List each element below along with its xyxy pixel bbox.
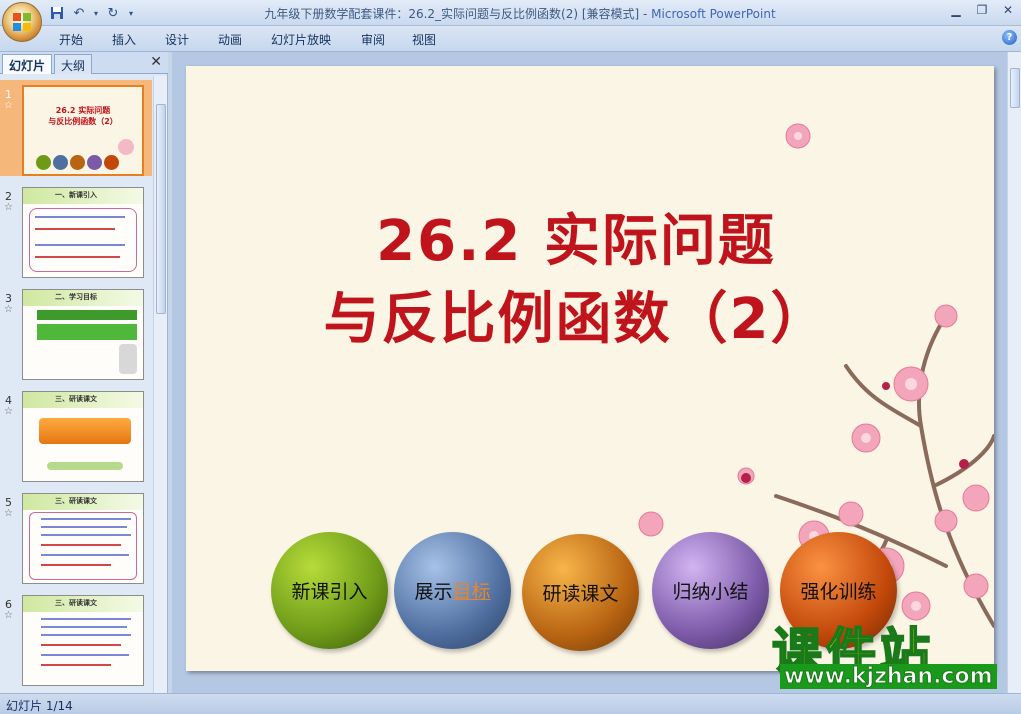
tab-view[interactable]: 视图 bbox=[412, 31, 436, 48]
thumbnail-image: 三、研读课文 bbox=[22, 595, 144, 686]
thumbnail-slide-3[interactable]: 3 ☆ 二、学习目标 bbox=[0, 284, 152, 380]
slides-panel: 幻灯片 大纲 ✕ 1 ☆ 26.2 实际问题 与反比例函数（2） 2 ☆ 一、新… bbox=[0, 52, 168, 693]
thumbnail-slide-5[interactable]: 5 ☆ 三、研读课文 bbox=[0, 488, 152, 584]
tab-slides[interactable]: 幻灯片 bbox=[2, 54, 53, 74]
app-name: Microsoft PowerPoint bbox=[651, 7, 776, 21]
thumbnail-header: 三、研读课文 bbox=[55, 395, 97, 403]
slide-title-line1[interactable]: 26.2 实际问题 bbox=[186, 196, 966, 277]
thumbnail-header: 一、新课引入 bbox=[55, 191, 97, 199]
window-title: 九年级下册数学配套课件：26.2_实际问题与反比例函数(2) [兼容模式] - … bbox=[170, 5, 870, 22]
undo-icon[interactable]: ↶ bbox=[70, 4, 88, 22]
tab-outline[interactable]: 大纲 bbox=[54, 54, 93, 74]
thumbnail-title-line1: 26.2 实际问题 bbox=[55, 106, 111, 115]
button-label: 新课引入 bbox=[291, 581, 368, 603]
thumbnail-image: 二、学习目标 bbox=[22, 289, 144, 380]
panel-tabs: 幻灯片 大纲 ✕ bbox=[0, 52, 168, 74]
thumbnail-slide-1[interactable]: 1 ☆ 26.2 实际问题 与反比例函数（2） bbox=[0, 80, 152, 176]
tab-insert[interactable]: 插入 bbox=[112, 31, 136, 48]
button-label-link[interactable]: 目标 bbox=[453, 581, 491, 603]
tab-home[interactable]: 开始 bbox=[59, 31, 83, 48]
thumbnail-header: 二、学习目标 bbox=[55, 293, 97, 301]
office-logo-icon bbox=[13, 13, 33, 33]
quick-access-toolbar: ↶ ▾ ↻ ▾ bbox=[46, 4, 136, 22]
thumbnail-image: 三、研读课文 bbox=[22, 391, 144, 482]
scrollbar-thumb[interactable] bbox=[156, 104, 166, 314]
slide-editing-area: 26.2 实际问题 与反比例函数（2） 新课引入 展示目标 研读课文 归纳小结 … bbox=[172, 52, 1007, 693]
undo-dropdown-icon[interactable]: ▾ bbox=[92, 4, 100, 22]
document-title: 九年级下册数学配套课件：26.2_实际问题与反比例函数(2) [兼容模式] - bbox=[264, 7, 652, 21]
button-label: 展示目标 bbox=[414, 577, 490, 604]
thumbnail-title-line2: 与反比例函数（2） bbox=[48, 117, 118, 126]
redo-icon[interactable]: ↻ bbox=[104, 4, 122, 22]
new-lesson-intro-button[interactable]: 新课引入 bbox=[271, 532, 388, 649]
status-bar: 幻灯片 1/14 bbox=[0, 693, 1021, 714]
close-panel-icon[interactable]: ✕ bbox=[150, 54, 162, 70]
button-label-part: 展示 bbox=[414, 581, 453, 603]
window-controls: ▁ ❐ ✕ bbox=[943, 0, 1021, 20]
button-label: 研读课文 bbox=[542, 583, 619, 605]
button-label: 归纳小结 bbox=[672, 581, 749, 603]
kjzhan-watermark: 课件站 www.kjzhan.com bbox=[771, 612, 1002, 692]
minimize-icon[interactable]: ▁ bbox=[943, 0, 969, 20]
animation-star-icon: ☆ bbox=[4, 100, 13, 111]
thumbnail-circles bbox=[36, 155, 119, 170]
thumbnail-header: 三、研读课文 bbox=[55, 599, 97, 607]
thumbnail-image: 26.2 实际问题 与反比例函数（2） bbox=[22, 85, 144, 176]
thumbnail-image: 三、研读课文 bbox=[22, 493, 144, 584]
scrollbar-thumb[interactable] bbox=[1010, 68, 1020, 108]
thumbnail-slide-2[interactable]: 2 ☆ 一、新课引入 bbox=[0, 182, 152, 278]
tab-design[interactable]: 设计 bbox=[165, 31, 189, 48]
animation-star-icon: ☆ bbox=[4, 304, 13, 315]
animation-star-icon: ☆ bbox=[4, 202, 13, 213]
save-icon[interactable] bbox=[48, 4, 66, 22]
ribbon: 开始 插入 设计 动画 幻灯片放映 审阅 视图 ? bbox=[0, 26, 1021, 52]
animation-star-icon: ☆ bbox=[4, 610, 13, 621]
slide-title-line2[interactable]: 与反比例函数（2） bbox=[186, 274, 966, 355]
thumbnail-image: 一、新课引入 bbox=[22, 187, 144, 278]
tab-slideshow[interactable]: 幻灯片放映 bbox=[271, 31, 331, 48]
watermark-url: www.kjzhan.com bbox=[780, 664, 997, 690]
thumbnail-scrollbar[interactable] bbox=[153, 76, 167, 693]
read-text-button[interactable]: 研读课文 bbox=[522, 534, 639, 651]
button-label: 强化训练 bbox=[800, 581, 877, 603]
animation-star-icon: ☆ bbox=[4, 406, 13, 417]
thumbnail-slide-6[interactable]: 6 ☆ 三、研读课文 bbox=[0, 590, 152, 686]
title-bar: ↶ ▾ ↻ ▾ 九年级下册数学配套课件：26.2_实际问题与反比例函数(2) [… bbox=[0, 0, 1021, 42]
tab-animations[interactable]: 动画 bbox=[218, 31, 242, 48]
summary-button[interactable]: 归纳小结 bbox=[652, 532, 769, 649]
tab-review[interactable]: 审阅 bbox=[361, 31, 385, 48]
thumbnail-slide-4[interactable]: 4 ☆ 三、研读课文 bbox=[0, 386, 152, 482]
thumbnail-header: 三、研读课文 bbox=[55, 497, 97, 505]
restore-icon[interactable]: ❐ bbox=[969, 0, 995, 20]
slide-counter: 幻灯片 1/14 bbox=[6, 699, 73, 713]
show-goals-button[interactable]: 展示目标 bbox=[394, 532, 511, 649]
thumbnail-list: 1 ☆ 26.2 实际问题 与反比例函数（2） 2 ☆ 一、新课引入 3 ☆ 二… bbox=[0, 76, 152, 693]
slide-canvas[interactable]: 26.2 实际问题 与反比例函数（2） 新课引入 展示目标 研读课文 归纳小结 … bbox=[186, 66, 994, 671]
slide-scrollbar[interactable] bbox=[1007, 52, 1021, 693]
animation-star-icon: ☆ bbox=[4, 508, 13, 519]
close-icon[interactable]: ✕ bbox=[995, 0, 1021, 20]
office-button[interactable] bbox=[2, 2, 42, 42]
customize-qat-icon[interactable]: ▾ bbox=[126, 4, 136, 22]
help-icon[interactable]: ? bbox=[1002, 30, 1017, 45]
